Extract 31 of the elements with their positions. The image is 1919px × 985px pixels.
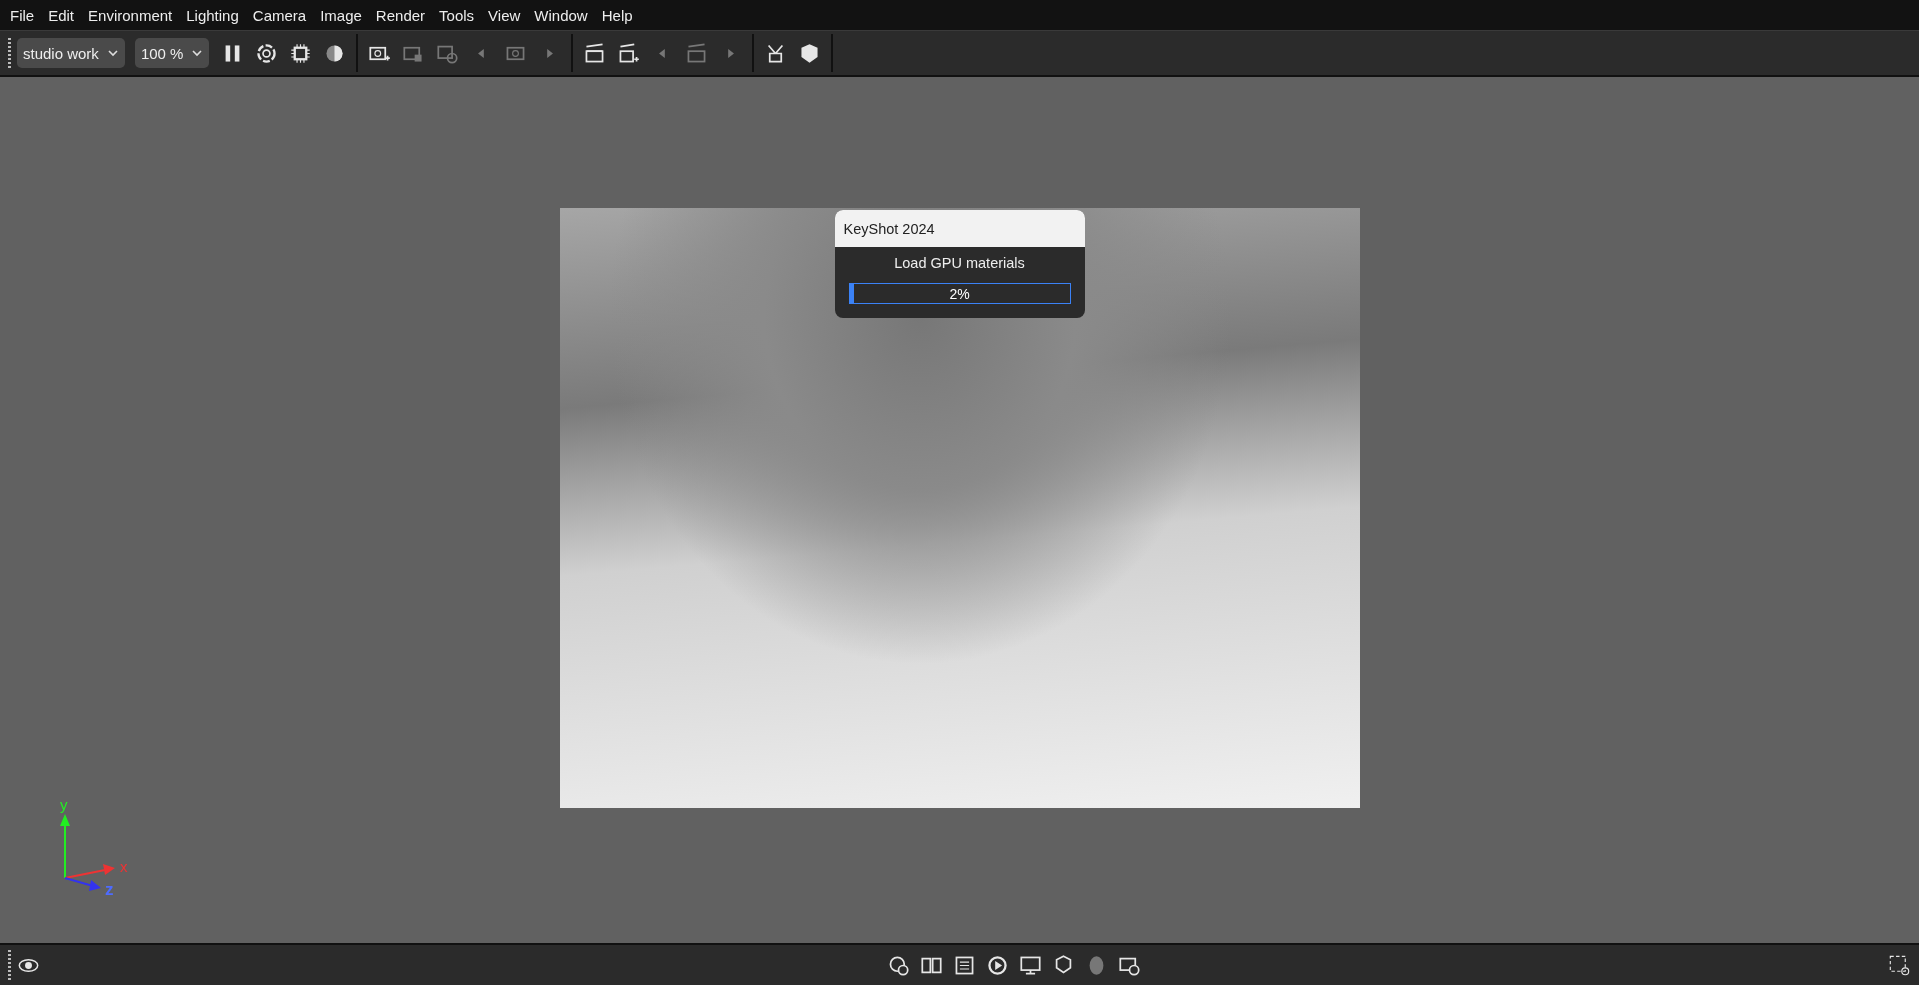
menu-item[interactable]: Camera bbox=[246, 6, 313, 24]
region-select-icon[interactable] bbox=[1888, 953, 1911, 977]
y-axis-label: y bbox=[60, 798, 68, 813]
chip-icon[interactable] bbox=[289, 41, 313, 65]
caret-icon bbox=[191, 47, 204, 59]
menu-item[interactable]: Edit bbox=[42, 6, 81, 24]
x-axis-arrow bbox=[64, 864, 115, 879]
menu-item[interactable]: Environment bbox=[82, 6, 179, 24]
toolbar-grip[interactable] bbox=[8, 38, 11, 68]
progress-reading: 2% bbox=[948, 284, 971, 303]
x-axis-label: x bbox=[120, 858, 128, 875]
z-axis-arrow bbox=[64, 877, 101, 891]
dropdown[interactable]: 100 % bbox=[134, 38, 210, 68]
dropdown[interactable]: studio work bbox=[17, 38, 125, 68]
dialog-message: Load GPU materials bbox=[894, 255, 1025, 271]
menu-item[interactable]: Tools bbox=[433, 6, 481, 24]
caret-icon bbox=[106, 47, 119, 59]
z-axis-label: z bbox=[105, 880, 114, 898]
menu-item[interactable]: Image bbox=[314, 6, 368, 24]
aperture-icon[interactable] bbox=[255, 41, 279, 65]
clapperboard-add-icon[interactable] bbox=[617, 41, 641, 65]
menu-item[interactable]: Render bbox=[369, 6, 432, 24]
menu-item[interactable]: View bbox=[482, 6, 527, 24]
menu-item[interactable]: Window bbox=[528, 6, 594, 24]
menu-item[interactable]: Help bbox=[595, 6, 639, 24]
dialog-title: KeyShot 2024 bbox=[834, 210, 1085, 247]
y-axis-arrow bbox=[60, 814, 70, 879]
toolbar-grip[interactable] bbox=[8, 950, 11, 980]
menu-item[interactable]: File bbox=[4, 6, 41, 24]
play-circle-icon[interactable] bbox=[986, 953, 1009, 977]
menu-item[interactable]: Lighting bbox=[180, 6, 245, 24]
